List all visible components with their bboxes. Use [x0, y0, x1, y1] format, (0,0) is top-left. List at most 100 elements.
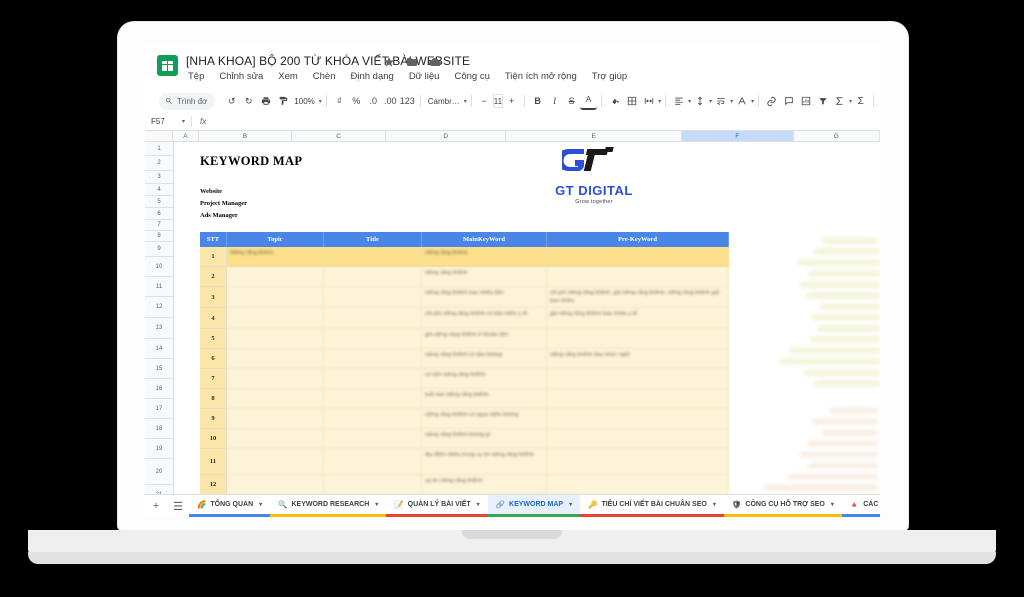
paint-format-icon[interactable] — [274, 93, 291, 110]
functions-icon[interactable] — [831, 93, 848, 110]
row-header-4[interactable]: 4 — [145, 184, 174, 196]
zoom-level[interactable]: 100% — [291, 97, 317, 106]
row-header-14[interactable]: 14 — [145, 339, 174, 359]
table-row[interactable]: 11 địa điểm nhiều trong uy tín niềng răn… — [200, 449, 729, 475]
menu-item-dinh-dang[interactable]: Định dạng — [349, 70, 396, 83]
fill-color-icon[interactable] — [606, 93, 623, 110]
font-size-input[interactable]: 11 — [492, 94, 504, 108]
table-row[interactable]: 6 niềng răng khểnh có đau không niềng ră… — [200, 349, 729, 369]
table-row[interactable]: 12 uy tín niềng răng khểnh — [200, 475, 729, 494]
menu-item-tro-giup[interactable]: Trợ giúp — [590, 70, 629, 83]
decrease-decimal-icon[interactable]: .0 — [365, 93, 382, 110]
increase-decimal-icon[interactable]: .00 — [382, 93, 399, 110]
row-header-19[interactable]: 19 — [145, 439, 174, 459]
sheet-tab-cong-cu-ho-tro-seo[interactable]: 🛡 CÔNG CỤ HỖ TRỢ SEO ▾ — [723, 495, 842, 517]
merge-cells-icon[interactable] — [640, 93, 657, 110]
chevron-down-icon[interactable]: ▾ — [259, 501, 262, 508]
column-header-c[interactable]: C — [292, 131, 387, 141]
select-all-corner[interactable] — [145, 131, 173, 141]
menu-item-cong-cu[interactable]: Công cụ — [452, 70, 491, 83]
add-sheet-button[interactable]: + — [145, 495, 167, 517]
row-header-13[interactable]: 13 — [145, 318, 174, 339]
star-icon[interactable] — [383, 56, 395, 68]
more-options-icon[interactable] — [878, 93, 880, 110]
row-header-18[interactable]: 18 — [145, 419, 174, 439]
sheet-tab-keyword-research[interactable]: 🔍 KEYWORD RESEARCH ▾ — [270, 495, 387, 517]
row-header-10[interactable]: 10 — [145, 257, 174, 277]
table-row[interactable]: 9 niềng răng khểnh có nguy hiểm không — [200, 409, 729, 429]
sheet-tab-keyword-map[interactable]: 🔗 KEYWORD MAP ▾ — [487, 495, 581, 517]
filter-icon[interactable] — [814, 93, 831, 110]
percent-icon[interactable]: % — [348, 93, 365, 110]
sum-icon[interactable]: Σ — [852, 93, 869, 110]
chevron-down-icon[interactable]: ▾ — [569, 501, 572, 508]
bold-icon[interactable]: B — [529, 93, 546, 110]
merge-chevron-down-icon[interactable]: ▾ — [658, 98, 661, 105]
sheet-tab-tong-quan[interactable]: 🌈 TỔNG QUAN ▾ — [189, 495, 271, 517]
menu-item-chinh-sua[interactable]: Chỉnh sửa — [217, 70, 265, 83]
print-icon[interactable] — [257, 93, 274, 110]
table-row[interactable]: 1 Niềng răng khểnh niềng răng khểnh — [200, 247, 729, 267]
row-header-7[interactable]: 7 — [145, 220, 174, 231]
sheet-tab-tieu-chi-viet-bai[interactable]: 🔑 TIÊU CHÍ VIẾT BÀI CHUẨN SEO ▾ — [580, 495, 724, 517]
spreadsheet-grid[interactable]: 1 2 3 4 5 6 7 8 9 10 11 12 13 14 15 16 1 — [145, 142, 880, 494]
redo-icon[interactable]: ↻ — [240, 93, 257, 110]
column-header-a[interactable]: A — [172, 131, 199, 141]
column-header-b[interactable]: B — [198, 131, 293, 141]
chevron-down-icon[interactable]: ▾ — [477, 501, 480, 508]
text-rotation-icon[interactable] — [733, 93, 750, 110]
table-row[interactable]: 5 giá niềng răng khểnh ở khoản tiền — [200, 329, 729, 349]
column-header-e[interactable]: E — [506, 131, 683, 141]
row-header-20[interactable]: 20 — [145, 459, 174, 485]
row-header-12[interactable]: 12 — [145, 297, 174, 318]
row-header-2[interactable]: 2 — [145, 156, 174, 171]
chevron-down-icon[interactable]: ▾ — [831, 501, 834, 508]
row-header-9[interactable]: 9 — [145, 242, 174, 257]
number-format-icon[interactable]: 123 — [399, 93, 416, 110]
row-header-1[interactable]: 1 — [145, 142, 174, 156]
sheet-tab-cac-d[interactable]: 🔺 CÁC Đ — [841, 495, 880, 517]
menu-item-xem[interactable]: Xem — [276, 70, 300, 83]
menu-item-tep[interactable]: Tệp — [186, 70, 206, 83]
insert-comment-icon[interactable] — [780, 93, 797, 110]
rotation-chevron-down-icon[interactable]: ▾ — [751, 98, 754, 105]
menu-item-chen[interactable]: Chèn — [311, 70, 338, 83]
column-header-g[interactable]: G — [793, 131, 880, 141]
table-row[interactable]: 8 tuổi nào niềng răng khểnh — [200, 389, 729, 409]
text-color-icon[interactable]: A — [580, 93, 598, 110]
table-row[interactable]: 3 niềng răng khểnh bao nhiêu tiền chi ph… — [200, 287, 729, 308]
column-header-d[interactable]: D — [386, 131, 507, 141]
cloud-saved-icon[interactable] — [429, 56, 441, 68]
zoom-chevron-down-icon[interactable]: ▾ — [319, 98, 322, 105]
name-box[interactable]: F57 ▾ — [145, 113, 191, 130]
currency-icon[interactable]: ₫ — [331, 93, 348, 110]
chevron-down-icon[interactable]: ▾ — [713, 501, 716, 508]
borders-icon[interactable] — [623, 93, 640, 110]
strikethrough-icon[interactable]: S — [563, 93, 580, 110]
table-row[interactable]: 7 có nên niềng răng khểnh — [200, 369, 729, 389]
increase-font-size-button[interactable]: + — [503, 93, 520, 110]
row-header-21[interactable]: 21 — [145, 485, 174, 494]
row-header-16[interactable]: 16 — [145, 379, 174, 399]
sheet-tab-quan-ly-bai-viet[interactable]: 📝 QUẢN LÝ BÀI VIẾT ▾ — [386, 495, 488, 517]
insert-link-icon[interactable] — [763, 93, 780, 110]
table-row[interactable]: 2 niềng răng khểnh — [200, 267, 729, 287]
decrease-font-size-button[interactable]: − — [476, 93, 493, 110]
table-row[interactable]: 10 niềng răng khểnh không gì — [200, 429, 729, 449]
undo-icon[interactable]: ↺ — [223, 93, 240, 110]
text-wrap-icon[interactable] — [712, 93, 729, 110]
menu-item-du-lieu[interactable]: Dữ liệu — [407, 70, 442, 83]
all-sheets-icon[interactable]: ☰ — [167, 495, 189, 517]
move-to-folder-icon[interactable] — [406, 56, 418, 68]
italic-icon[interactable]: I — [546, 93, 563, 110]
row-header-15[interactable]: 15 — [145, 359, 174, 379]
vertical-align-icon[interactable] — [691, 93, 708, 110]
chevron-down-icon[interactable]: ▾ — [375, 501, 378, 508]
row-header-6[interactable]: 6 — [145, 208, 174, 220]
table-row[interactable]: 4 chi phí niềng răng khểnh có bảo hiểm y… — [200, 308, 729, 329]
horizontal-align-icon[interactable] — [670, 93, 687, 110]
row-header-11[interactable]: 11 — [145, 277, 174, 297]
insert-chart-icon[interactable] — [797, 93, 814, 110]
column-header-f[interactable]: F — [682, 131, 794, 141]
menu-item-tien-ich[interactable]: Tiện ích mở rộng — [503, 70, 579, 83]
